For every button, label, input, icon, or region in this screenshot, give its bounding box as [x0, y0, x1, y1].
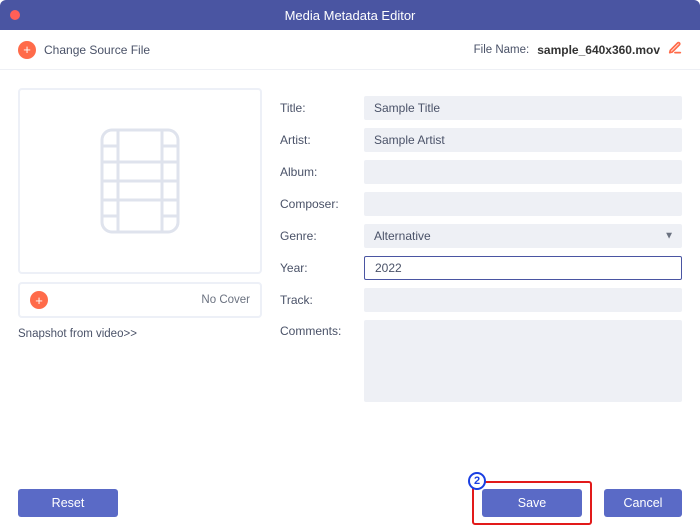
topbar: + Change Source File File Name: sample_6… [0, 30, 700, 70]
annotation-badge: 2 [468, 472, 486, 490]
track-input[interactable] [364, 288, 682, 312]
year-row: Year: [280, 256, 682, 280]
window: Media Metadata Editor + Change Source Fi… [0, 0, 700, 532]
track-label: Track: [280, 293, 354, 307]
titlebar: Media Metadata Editor [0, 0, 700, 30]
composer-label: Composer: [280, 197, 354, 211]
footer: Reset 2 Save Cancel [0, 474, 700, 532]
title-label: Title: [280, 101, 354, 115]
change-source-file-button[interactable]: + Change Source File [18, 41, 150, 59]
comments-label: Comments: [280, 320, 354, 338]
composer-row: Composer: [280, 192, 682, 216]
close-window-icon[interactable] [10, 10, 20, 20]
fields-column: Title: Artist: Album: Composer: Genre: A [280, 88, 682, 456]
track-row: Track: [280, 288, 682, 312]
edit-filename-icon[interactable] [668, 41, 682, 58]
plus-icon: + [18, 41, 36, 59]
reset-button[interactable]: Reset [18, 489, 118, 517]
add-cover-bar[interactable]: + No Cover [18, 282, 262, 318]
album-input[interactable] [364, 160, 682, 184]
no-cover-label: No Cover [201, 294, 250, 306]
title-row: Title: [280, 96, 682, 120]
genre-row: Genre: Alternative ▼ [280, 224, 682, 248]
cover-column: + No Cover Snapshot from video>> [18, 88, 262, 456]
cancel-button[interactable]: Cancel [604, 489, 682, 517]
filename-label: File Name: [474, 44, 530, 56]
title-input[interactable] [364, 96, 682, 120]
snapshot-from-video-link[interactable]: Snapshot from video>> [18, 328, 262, 340]
album-label: Album: [280, 165, 354, 179]
filename-value: sample_640x360.mov [537, 43, 660, 57]
save-highlight-annotation: 2 Save [472, 481, 592, 525]
year-input[interactable] [364, 256, 682, 280]
change-source-file-label: Change Source File [44, 43, 150, 57]
save-button[interactable]: Save [482, 489, 582, 517]
genre-label: Genre: [280, 229, 354, 243]
genre-value: Alternative [374, 229, 431, 243]
artist-label: Artist: [280, 133, 354, 147]
comments-input[interactable] [364, 320, 682, 402]
content-area: + No Cover Snapshot from video>> Title: … [0, 70, 700, 474]
window-title: Media Metadata Editor [0, 8, 700, 23]
comments-row: Comments: [280, 320, 682, 402]
artist-row: Artist: [280, 128, 682, 152]
cover-preview[interactable] [18, 88, 262, 274]
plus-icon: + [30, 291, 48, 309]
genre-select[interactable]: Alternative [364, 224, 682, 248]
year-label: Year: [280, 261, 354, 275]
artist-input[interactable] [364, 128, 682, 152]
composer-input[interactable] [364, 192, 682, 216]
album-row: Album: [280, 160, 682, 184]
film-placeholder-icon [90, 126, 190, 236]
